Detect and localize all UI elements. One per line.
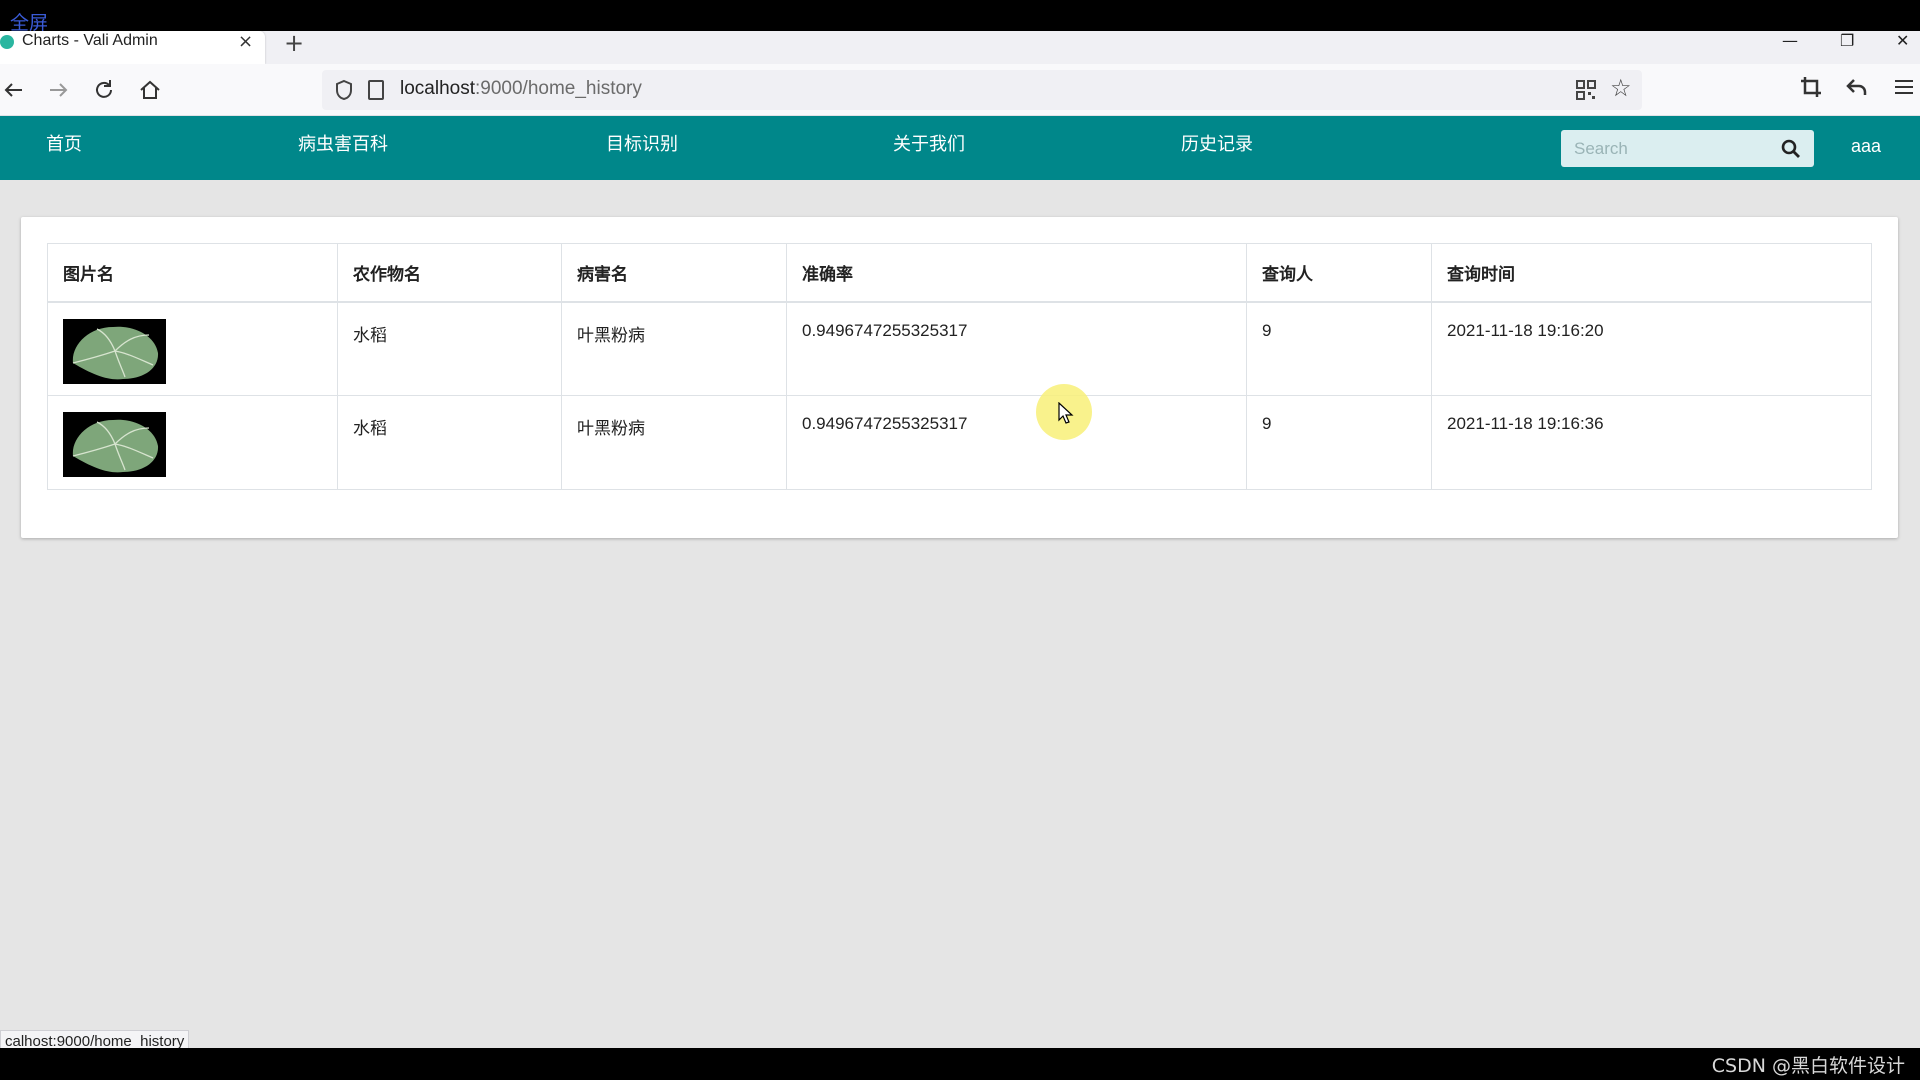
menu-encyclopedia[interactable]: 病虫害百科 bbox=[298, 130, 388, 156]
time-cell: 2021-11-18 19:16:36 bbox=[1431, 395, 1872, 490]
menu-history[interactable]: 历史记录 bbox=[1181, 130, 1253, 156]
screen-top-bar bbox=[0, 0, 1920, 31]
accuracy-cell: 0.9496747255325317 bbox=[786, 395, 1247, 490]
menu-about[interactable]: 关于我们 bbox=[893, 130, 965, 156]
image-cell bbox=[47, 301, 338, 396]
table-header-row: 图片名 农作物名 病害名 准确率 查询人 查询时间 bbox=[47, 243, 1872, 303]
column-header-image: 图片名 bbox=[47, 243, 338, 303]
favicon-icon bbox=[0, 35, 14, 49]
page-icon bbox=[368, 80, 384, 100]
address-bar[interactable]: localhost:9000/home_history ☆ bbox=[322, 70, 1642, 110]
close-tab-icon[interactable]: × bbox=[238, 31, 253, 52]
url-path: :9000/home_history bbox=[475, 78, 642, 99]
browser-tab[interactable]: Charts - Vali Admin × bbox=[0, 31, 265, 64]
disease-cell: 叶黑粉病 bbox=[561, 395, 787, 490]
crop-cell: 水稻 bbox=[337, 301, 562, 396]
leaf-thumbnail[interactable] bbox=[63, 412, 166, 477]
close-window-button[interactable]: ✕ bbox=[1896, 31, 1909, 50]
screenshot-icon[interactable] bbox=[1800, 76, 1822, 104]
page-body: 图片名 农作物名 病害名 准确率 查询人 查询时间 水稻 叶黑粉病 0.9496… bbox=[0, 180, 1920, 1048]
screen-bottom-bar: CSDN @黑白软件设计 bbox=[0, 1048, 1920, 1080]
reload-button[interactable] bbox=[90, 76, 118, 104]
user-cell: 9 bbox=[1246, 301, 1432, 396]
url-host: localhost bbox=[400, 78, 475, 99]
minimize-button[interactable]: — bbox=[1782, 31, 1798, 50]
menu-detection[interactable]: 目标识别 bbox=[606, 130, 678, 156]
search-box bbox=[1561, 130, 1814, 167]
fullscreen-label[interactable]: 全屏 bbox=[10, 8, 48, 35]
column-header-crop: 农作物名 bbox=[337, 243, 562, 303]
table-row: 水稻 叶黑粉病 0.9496747255325317 9 2021-11-18 … bbox=[47, 301, 1872, 396]
watermark: CSDN @黑白软件设计 bbox=[1711, 1055, 1905, 1077]
menu-home[interactable]: 首页 bbox=[46, 130, 82, 156]
new-tab-button[interactable]: + bbox=[284, 29, 304, 57]
user-name[interactable]: aaa bbox=[1851, 136, 1881, 157]
undo-icon[interactable] bbox=[1846, 76, 1868, 104]
column-header-time: 查询时间 bbox=[1431, 243, 1872, 303]
column-header-user: 查询人 bbox=[1246, 243, 1432, 303]
mouse-cursor-icon bbox=[1058, 402, 1074, 424]
menu-icon[interactable] bbox=[1893, 76, 1915, 104]
accuracy-cell: 0.9496747255325317 bbox=[786, 301, 1247, 396]
shield-icon[interactable] bbox=[334, 79, 354, 101]
history-table: 图片名 农作物名 病害名 准确率 查询人 查询时间 水稻 叶黑粉病 0.9496… bbox=[47, 243, 1872, 490]
browser-tab-bar: Charts - Vali Admin × + — ❐ ✕ bbox=[0, 29, 1920, 64]
home-button[interactable] bbox=[136, 76, 164, 104]
column-header-accuracy: 准确率 bbox=[786, 243, 1247, 303]
browser-toolbar: localhost:9000/home_history ☆ bbox=[0, 64, 1920, 116]
search-icon[interactable] bbox=[1781, 139, 1801, 159]
qr-code-icon[interactable] bbox=[1576, 80, 1596, 100]
time-cell: 2021-11-18 19:16:20 bbox=[1431, 301, 1872, 396]
restore-button[interactable]: ❐ bbox=[1840, 31, 1854, 50]
bookmark-star-icon[interactable]: ☆ bbox=[1610, 74, 1632, 102]
crop-cell: 水稻 bbox=[337, 395, 562, 490]
image-cell bbox=[47, 395, 338, 490]
app-header: 首页 病虫害百科 目标识别 关于我们 历史记录 aaa bbox=[0, 116, 1920, 180]
leaf-thumbnail[interactable] bbox=[63, 318, 166, 384]
column-header-disease: 病害名 bbox=[561, 243, 787, 303]
back-button[interactable] bbox=[0, 76, 28, 104]
url-text[interactable]: localhost:9000/home_history bbox=[400, 78, 642, 100]
history-card: 图片名 农作物名 病害名 准确率 查询人 查询时间 水稻 叶黑粉病 0.9496… bbox=[21, 217, 1898, 538]
forward-button[interactable] bbox=[44, 76, 72, 104]
disease-cell: 叶黑粉病 bbox=[561, 301, 787, 396]
table-row: 水稻 叶黑粉病 0.9496747255325317 9 2021-11-18 … bbox=[47, 395, 1872, 490]
search-input[interactable] bbox=[1561, 130, 1776, 167]
user-cell: 9 bbox=[1246, 395, 1432, 490]
